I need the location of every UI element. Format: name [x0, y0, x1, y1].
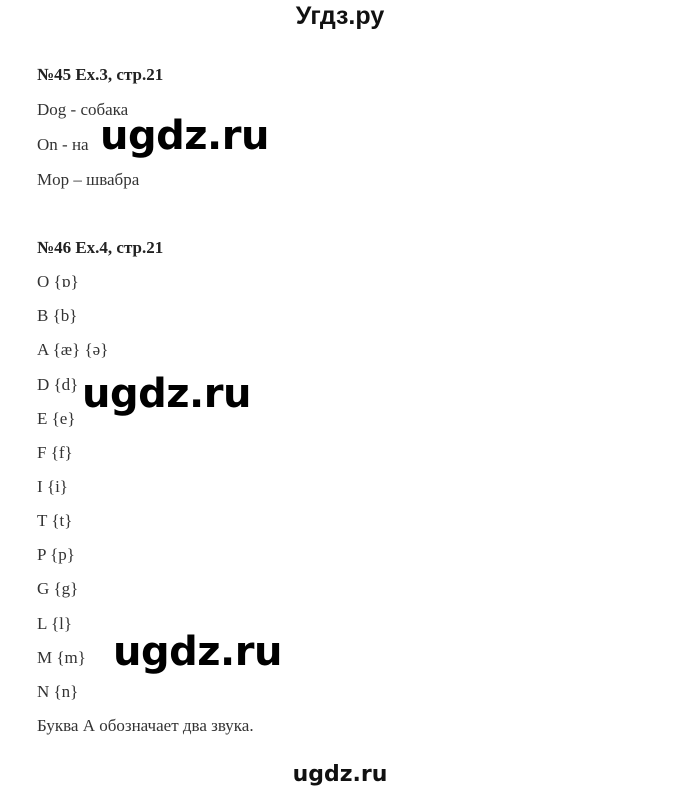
answer-line: B {b}: [37, 306, 78, 325]
answer-line: A {æ} {ə}: [37, 340, 109, 359]
answer-line: E {e}: [37, 409, 76, 428]
answer-line: F {f}: [37, 443, 73, 462]
answer-line: I {i}: [37, 477, 68, 496]
answer-line: Буква А обозначает два звука.: [37, 716, 254, 735]
answer-line: G {g}: [37, 579, 79, 598]
answer-line: L {l}: [37, 614, 73, 633]
site-title: Угдз.ру: [295, 2, 385, 30]
exercise-heading: №45 Ex.3, стр.21: [37, 65, 164, 84]
watermark: ugdz.ru: [113, 629, 282, 675]
answer-line: N {n}: [37, 682, 79, 701]
footer-watermark: ugdz.ru: [292, 762, 388, 787]
answer-line: P {p}: [37, 545, 75, 564]
answer-line: Mop – швабра: [37, 170, 140, 189]
answer-line: On - на: [37, 135, 89, 154]
answer-line: T {t}: [37, 511, 73, 530]
watermark: ugdz.ru: [82, 371, 251, 417]
exercise-heading: №46 Ex.4, стр.21: [37, 238, 164, 257]
answer-line: D {d}: [37, 375, 79, 394]
answer-line: O {ɒ}: [37, 272, 79, 291]
watermark: ugdz.ru: [100, 113, 269, 159]
answer-line: M {m}: [37, 648, 86, 667]
